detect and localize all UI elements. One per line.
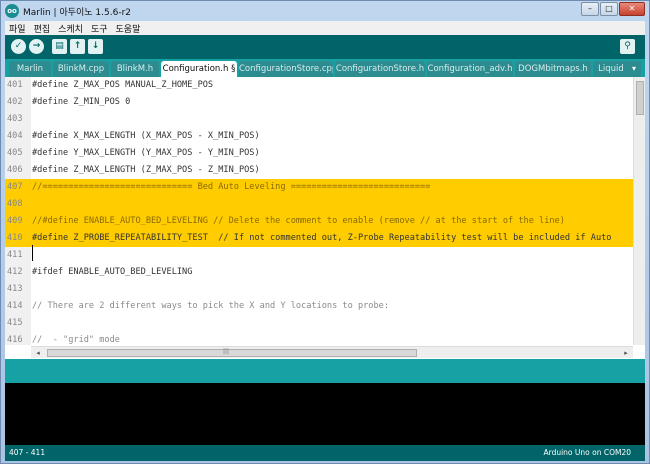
line-text: //============================= Bed Auto…: [32, 182, 431, 192]
code-line: 402 #define Z_MIN_POS 0: [5, 94, 633, 111]
text-caret: [32, 245, 33, 261]
serial-monitor-icon[interactable]: ⚲: [620, 39, 635, 54]
code-line: 405 #define Y_MAX_LENGTH (Y_MAX_POS - Y_…: [5, 145, 633, 162]
scroll-left-icon[interactable]: ◂: [33, 348, 43, 358]
tab-configurationstore-cpp[interactable]: ConfigurationStore.cpp: [239, 61, 333, 77]
tab-menu-icon[interactable]: ▾: [627, 61, 641, 77]
tab-configurationstore-h[interactable]: ConfigurationStore.h: [335, 61, 425, 77]
code-editor[interactable]: 401 #define Z_MAX_POS MANUAL_Z_HOME_POS …: [5, 77, 645, 359]
line-number: 403: [7, 114, 23, 124]
ide-window: oo Marlin | 아두이노 1.5.6-r2 – □ ✕ 파일 편집 스케…: [0, 0, 650, 464]
code-line: 415: [5, 315, 633, 332]
tab-dogmbitmaps-h[interactable]: DOGMbitmaps.h: [515, 61, 591, 77]
line-number: 408: [7, 199, 23, 209]
line-text: // - "grid" mode: [32, 335, 120, 345]
code-line: 406 #define Z_MAX_LENGTH (Z_MAX_POS - Z_…: [5, 162, 633, 179]
menu-tools[interactable]: 도구: [91, 22, 108, 35]
code-line: 401 #define Z_MAX_POS MANUAL_Z_HOME_POS: [5, 77, 633, 94]
horizontal-scrollbar[interactable]: ◂ ||| ▸: [31, 346, 633, 358]
line-number: 414: [7, 301, 23, 311]
window-title: Marlin | 아두이노 1.5.6-r2: [23, 8, 131, 18]
code-line: 416 // - "grid" mode: [5, 332, 633, 345]
line-text: // There are 2 different ways to pick th…: [32, 301, 389, 311]
horizontal-scroll-thumb[interactable]: |||: [47, 348, 417, 357]
line-number: 407: [7, 182, 23, 192]
line-text: //#define ENABLE_AUTO_BED_LEVELING // De…: [32, 216, 565, 226]
menu-edit[interactable]: 편집: [34, 22, 51, 35]
vertical-scroll-thumb[interactable]: [636, 81, 644, 115]
scroll-right-icon[interactable]: ▸: [621, 348, 631, 358]
tab-blinkm-cpp[interactable]: BlinkM.cpp: [53, 61, 109, 77]
line-text: #define Z_MIN_POS 0: [32, 97, 131, 107]
maximize-button[interactable]: □: [600, 2, 618, 16]
code-line-selected: 407 //============================= Bed …: [5, 179, 633, 196]
line-number: 409: [7, 216, 23, 226]
code-line: 413: [5, 281, 633, 298]
message-area: [5, 359, 645, 383]
line-number: 401: [7, 80, 23, 90]
save-sketch-icon[interactable]: ↓: [88, 39, 103, 54]
open-sketch-icon[interactable]: ↑: [70, 39, 85, 54]
code-line: 412 #ifdef ENABLE_AUTO_BED_LEVELING: [5, 264, 633, 281]
vertical-scrollbar[interactable]: [633, 77, 645, 345]
line-number: 410: [7, 233, 23, 243]
line-number: 405: [7, 148, 23, 158]
line-number: 402: [7, 97, 23, 107]
tab-configuration-h[interactable]: Configuration.h §: [161, 61, 237, 77]
line-number: 406: [7, 165, 23, 175]
line-number: 415: [7, 318, 23, 328]
new-sketch-icon[interactable]: ▤: [52, 39, 67, 54]
close-button[interactable]: ✕: [619, 2, 645, 16]
tab-blinkm-h[interactable]: BlinkM.h: [111, 61, 159, 77]
line-text: #define X_MAX_LENGTH (X_MAX_POS - X_MIN_…: [32, 131, 260, 141]
tab-marlin[interactable]: Marlin: [9, 61, 51, 77]
line-number: 412: [7, 267, 23, 277]
title-bar: oo Marlin | 아두이노 1.5.6-r2 – □ ✕: [1, 1, 649, 21]
minimize-button[interactable]: –: [581, 2, 599, 16]
line-text: #define Z_MAX_POS MANUAL_Z_HOME_POS: [32, 80, 214, 90]
code-area[interactable]: 401 #define Z_MAX_POS MANUAL_Z_HOME_POS …: [5, 77, 633, 345]
line-number: 416: [7, 335, 23, 345]
code-line-selected: 409 //#define ENABLE_AUTO_BED_LEVELING /…: [5, 213, 633, 230]
line-text: #define Y_MAX_LENGTH (Y_MAX_POS - Y_MIN_…: [32, 148, 260, 158]
menu-file[interactable]: 파일: [9, 22, 26, 35]
code-line-selected: 408: [5, 196, 633, 213]
code-line: 403: [5, 111, 633, 128]
line-number: 411: [7, 250, 23, 260]
console-output[interactable]: [5, 383, 645, 445]
menu-sketch[interactable]: 스케치: [58, 22, 83, 35]
code-line: 404 #define X_MAX_LENGTH (X_MAX_POS - X_…: [5, 128, 633, 145]
line-text: #define Z_MAX_LENGTH (Z_MAX_POS - Z_MIN_…: [32, 165, 260, 175]
line-text: #ifdef ENABLE_AUTO_BED_LEVELING: [32, 267, 193, 277]
menu-help[interactable]: 도움말: [116, 22, 141, 35]
tab-configuration-adv-h[interactable]: Configuration_adv.h: [427, 61, 513, 77]
board-port-info: Arduino Uno on COM20: [543, 448, 631, 457]
arduino-logo-icon: oo: [5, 4, 19, 18]
window-controls: – □ ✕: [581, 2, 645, 16]
line-range: 407 - 411: [9, 448, 46, 457]
tab-liquid[interactable]: Liquid: [593, 61, 629, 77]
code-line: 414 // There are 2 different ways to pic…: [5, 298, 633, 315]
code-line: 411: [5, 247, 633, 264]
scroll-grip-icon: |||: [223, 348, 230, 355]
verify-icon[interactable]: ✓: [11, 39, 26, 54]
line-text: #define Z_PROBE_REPEATABILITY_TEST // If…: [32, 233, 612, 243]
tab-bar: Marlin BlinkM.cpp BlinkM.h Configuration…: [5, 59, 645, 77]
code-line-selected: 410 #define Z_PROBE_REPEATABILITY_TEST /…: [5, 230, 633, 247]
line-number: 404: [7, 131, 23, 141]
menu-bar: 파일 편집 스케치 도구 도움말: [5, 21, 645, 35]
line-number: 413: [7, 284, 23, 294]
footer-status-bar: 407 - 411 Arduino Uno on COM20: [5, 445, 645, 461]
toolbar: ✓ → ▤ ↑ ↓ ⚲: [5, 35, 645, 59]
upload-icon[interactable]: →: [29, 39, 44, 54]
